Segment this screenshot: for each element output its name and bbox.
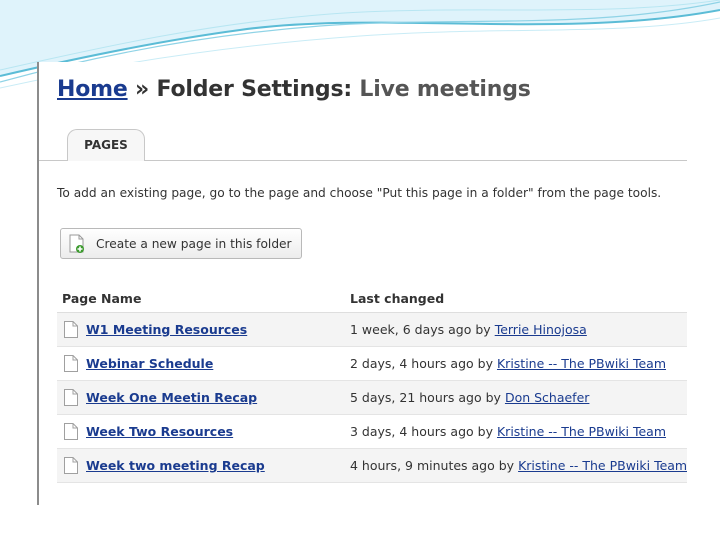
changed-by-label: by	[475, 322, 491, 337]
table-row: W1 Meeting Resources 1 week, 6 days ago b…	[57, 313, 687, 347]
page-icon	[64, 423, 78, 440]
breadcrumb-section: Folder Settings:	[156, 77, 353, 102]
instructions-text: To add an existing page, go to the page …	[57, 186, 662, 200]
column-header-last-changed: Last changed	[350, 291, 445, 306]
changed-ago: 2 days, 4 hours ago	[350, 356, 474, 371]
table-header: Page Name Last changed	[57, 286, 687, 313]
last-changed: 3 days, 4 hours ago by Kristine -- The P…	[350, 424, 666, 439]
changed-by-label: by	[498, 458, 515, 473]
home-link[interactable]: Home	[57, 77, 128, 102]
page-name-link[interactable]: W1 Meeting Resources	[86, 322, 247, 337]
changed-by-label: by	[477, 424, 493, 439]
page-icon	[64, 457, 78, 474]
page-name-link[interactable]: Week Two Resources	[86, 424, 233, 439]
author-link[interactable]: Kristine -- The PBwiki Team	[497, 424, 666, 439]
new-page-icon	[69, 234, 84, 253]
page-name-link[interactable]: Webinar Schedule	[86, 356, 213, 371]
changed-ago: 4 hours, 9 minutes ago	[350, 458, 495, 473]
author-link[interactable]: Kristine -- The PBwiki Team	[518, 458, 687, 473]
table-row: Week Two Resources 3 days, 4 hours ago by…	[57, 415, 687, 449]
table-row: Week two meeting Recap 4 hours, 9 minutes…	[57, 449, 687, 483]
last-changed: 5 days, 21 hours ago by Don Schaefer	[350, 390, 589, 405]
last-changed: 2 days, 4 hours ago by Kristine -- The P…	[350, 356, 666, 371]
author-link[interactable]: Terrie Hinojosa	[495, 322, 587, 337]
slide-bottom-margin	[0, 505, 720, 540]
pbwiki-screenshot: Home » Folder Settings: Live meetings PA…	[37, 62, 687, 505]
page-icon	[64, 321, 78, 338]
tab-pages[interactable]: PAGES	[67, 129, 145, 161]
page-title: Home » Folder Settings: Live meetings	[57, 77, 531, 102]
changed-by-label: by	[485, 390, 501, 405]
tab-bar: PAGES	[39, 129, 687, 161]
pages-table: Page Name Last changed W1 Meeting Resour…	[57, 286, 687, 483]
last-changed: 4 hours, 9 minutes ago by Kristine -- Th…	[350, 458, 687, 473]
create-page-label: Create a new page in this folder	[96, 237, 292, 251]
page-icon	[64, 389, 78, 406]
table-row: Week One Meetin Recap 5 days, 21 hours ag…	[57, 381, 687, 415]
changed-ago: 5 days, 21 hours ago	[350, 390, 482, 405]
breadcrumb-separator: »	[135, 77, 150, 102]
create-page-button[interactable]: Create a new page in this folder	[60, 228, 302, 259]
author-link[interactable]: Kristine -- The PBwiki Team	[497, 356, 666, 371]
page-icon	[64, 355, 78, 372]
table-row: Webinar Schedule 2 days, 4 hours ago by K…	[57, 347, 687, 381]
changed-by-label: by	[477, 356, 493, 371]
column-header-page-name: Page Name	[62, 291, 142, 306]
last-changed: 1 week, 6 days ago by Terrie Hinojosa	[350, 322, 587, 337]
folder-name: Live meetings	[359, 77, 531, 102]
table-body: W1 Meeting Resources 1 week, 6 days ago b…	[57, 313, 687, 483]
page-name-link[interactable]: Week two meeting Recap	[86, 458, 265, 473]
author-link[interactable]: Don Schaefer	[505, 390, 589, 405]
changed-ago: 1 week, 6 days ago	[350, 322, 472, 337]
page-name-link[interactable]: Week One Meetin Recap	[86, 390, 257, 405]
changed-ago: 3 days, 4 hours ago	[350, 424, 474, 439]
